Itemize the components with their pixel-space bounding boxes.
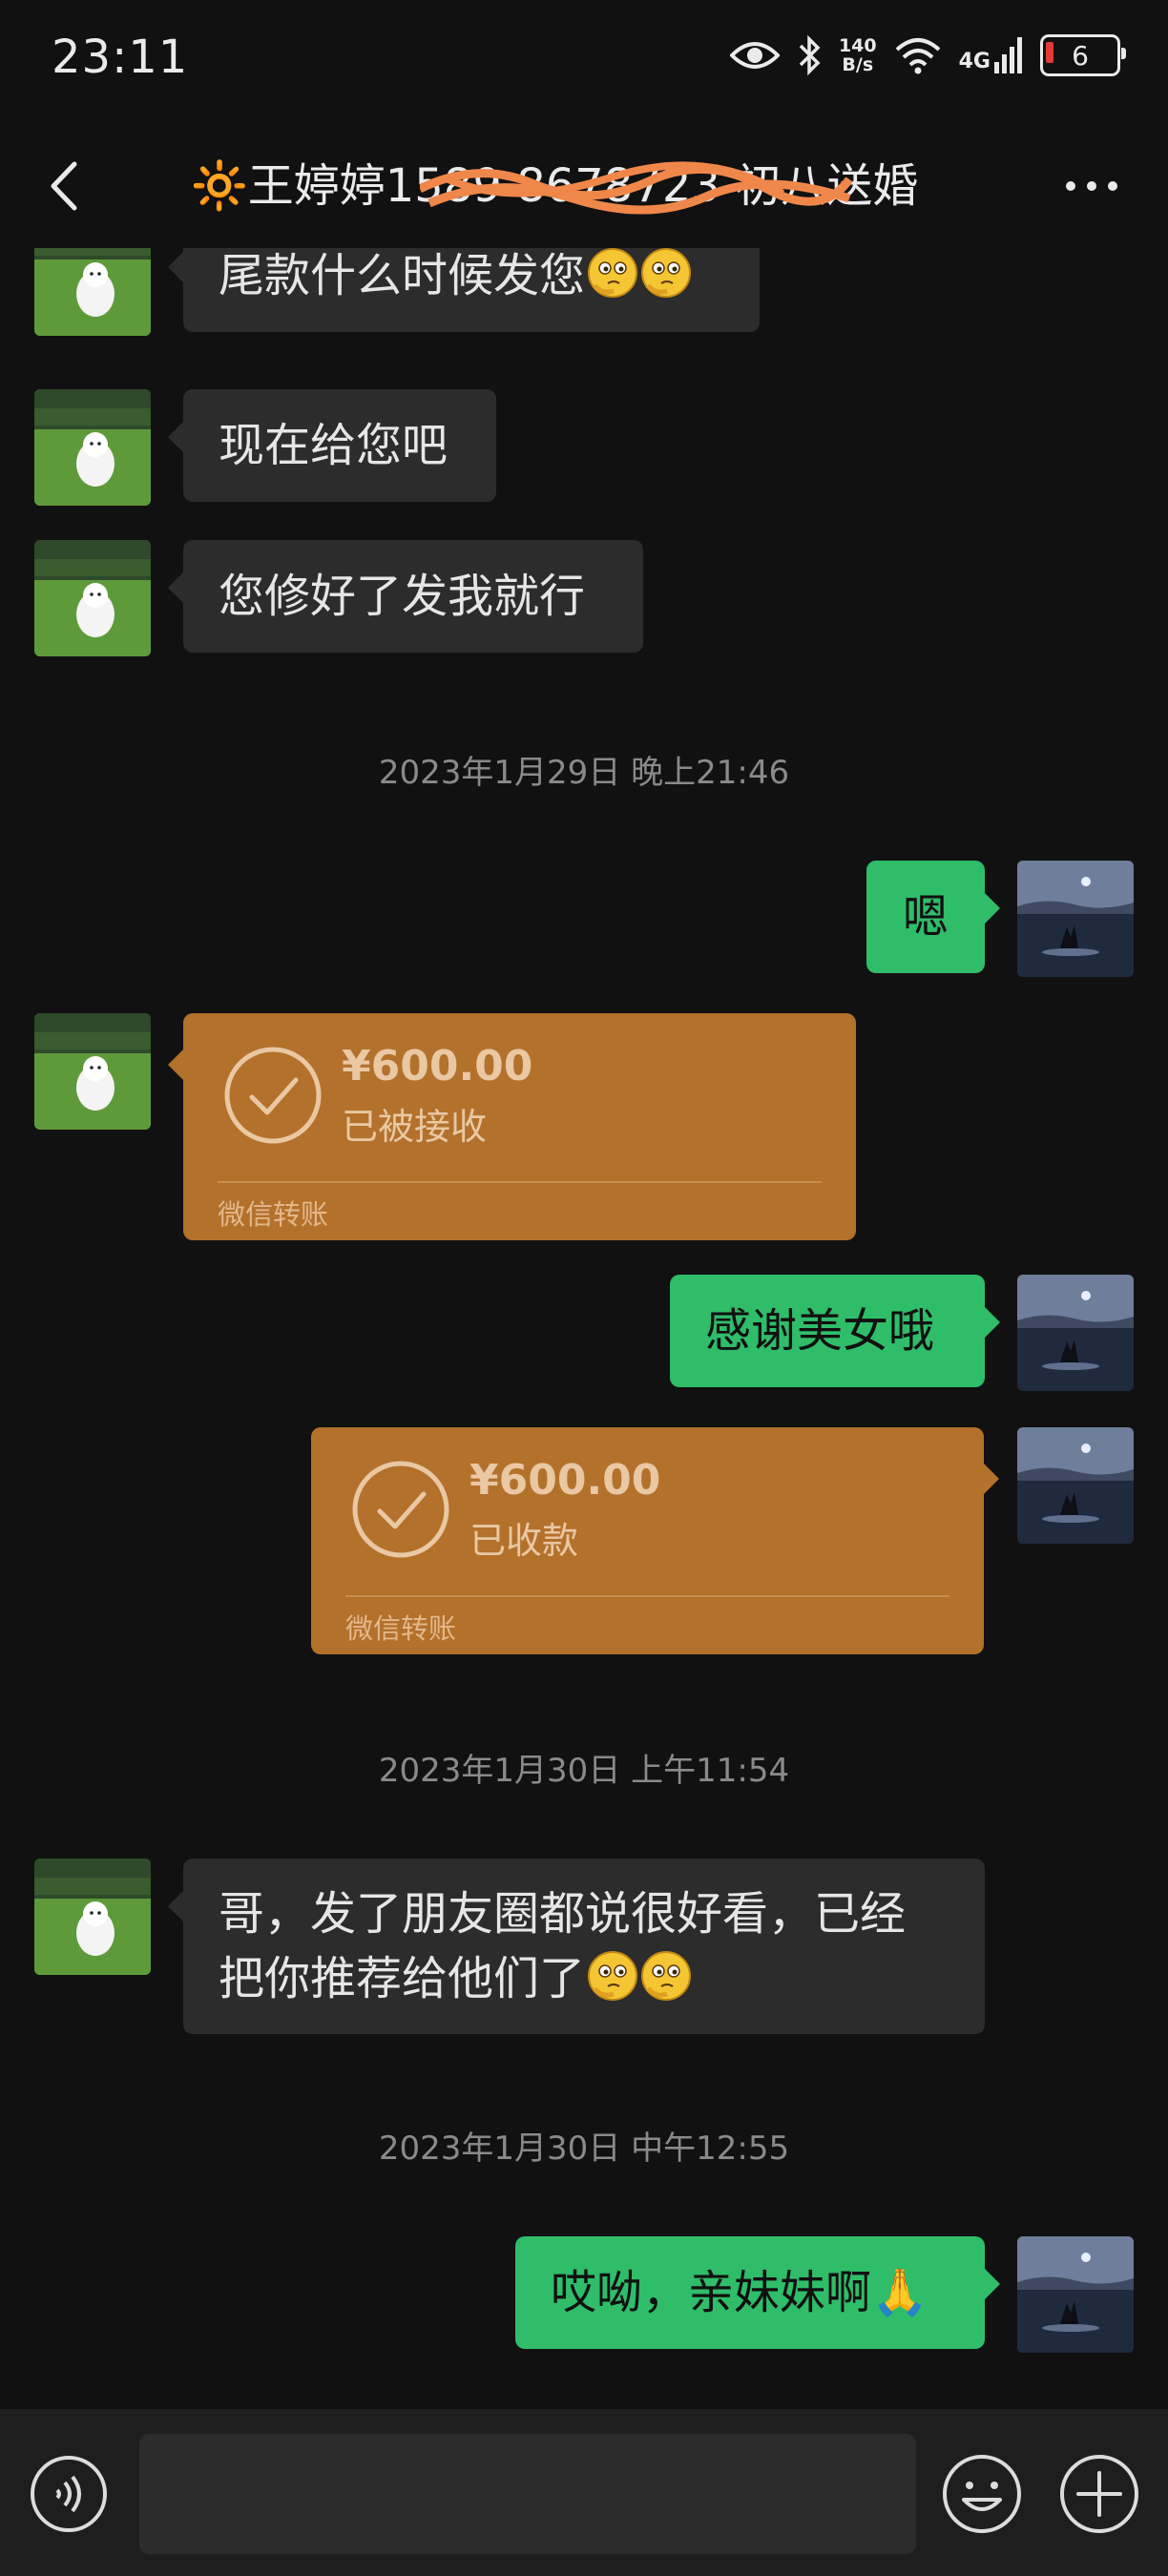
- transfer-card-incoming[interactable]: ¥600.00 已被接收 微信转账: [168, 1013, 856, 1240]
- contact-avatar[interactable]: [34, 540, 151, 656]
- message-bubble-incoming[interactable]: 您修好了发我就行: [168, 540, 643, 653]
- transfer-amount: ¥600.00: [469, 1456, 661, 1505]
- contact-avatar[interactable]: [34, 1859, 151, 1975]
- message-bubble-outgoing[interactable]: 哎呦，亲妹妹啊🙏: [515, 2236, 1000, 2349]
- redaction-scribble: [420, 161, 853, 215]
- plus-icon[interactable]: [1057, 2452, 1141, 2536]
- timestamp: 2023年1月29日 晚上21:46: [378, 754, 790, 792]
- my-avatar[interactable]: [1017, 2236, 1134, 2353]
- timestamp: 2023年1月30日 中午12:55: [378, 2129, 790, 2168]
- contact-avatar[interactable]: [34, 1013, 151, 1130]
- smiley-icon[interactable]: [940, 2452, 1024, 2536]
- message-bubble-outgoing[interactable]: 感谢美女哦: [670, 1275, 1000, 1387]
- my-avatar[interactable]: [1017, 1427, 1134, 1544]
- thinking-face-emoji: [587, 248, 638, 299]
- check-circle-icon: [223, 1046, 323, 1145]
- my-avatar[interactable]: [1017, 861, 1134, 977]
- input-bar: [0, 2409, 1168, 2576]
- check-circle-icon: [351, 1460, 450, 1559]
- message-bubble-incoming[interactable]: 现在给您吧: [168, 389, 496, 502]
- message-bubble-incoming[interactable]: 哥，发了朋友圈都说很好看，已经 把你推荐给他们了: [168, 1859, 985, 2034]
- status-bar: 23:11 140 B/s 4G 6: [0, 0, 1168, 124]
- divider: [345, 1595, 949, 1597]
- timestamp: 2023年1月30日 上午11:54: [378, 1752, 790, 1790]
- eye-icon: [729, 42, 780, 69]
- bluetooth-icon: [799, 34, 821, 76]
- transfer-source: 微信转账: [218, 1198, 329, 1231]
- message-list[interactable]: 尾款什么时候发您 现在给您吧 您修好了发我就行 2023年1月29日 晚上21:…: [0, 248, 1168, 2409]
- message-bubble-incoming[interactable]: 尾款什么时候发您: [168, 248, 760, 332]
- divider: [218, 1181, 822, 1183]
- thinking-face-emoji: [640, 1950, 692, 2002]
- message-input[interactable]: [139, 2434, 916, 2554]
- signal-icon: 4G: [959, 37, 1023, 73]
- message-bubble-outgoing[interactable]: 嗯: [866, 861, 1000, 973]
- contact-avatar[interactable]: [34, 389, 151, 506]
- battery-icon: 6: [1040, 34, 1126, 76]
- wifi-icon: [895, 38, 940, 74]
- transfer-status: 已被接收: [342, 1106, 488, 1148]
- network-speed: 140 B/s: [838, 35, 877, 75]
- transfer-amount: ¥600.00: [342, 1042, 533, 1091]
- contact-avatar[interactable]: [34, 248, 151, 336]
- chevron-left-icon[interactable]: [38, 153, 95, 219]
- sun-icon: 🔆: [191, 159, 248, 213]
- status-icons: 140 B/s 4G 6: [729, 34, 1126, 76]
- status-time: 23:11: [52, 31, 189, 84]
- thinking-face-emoji: [640, 248, 692, 299]
- my-avatar[interactable]: [1017, 1275, 1134, 1391]
- transfer-status: 已收款: [469, 1520, 579, 1562]
- transfer-source: 微信转账: [345, 1612, 457, 1645]
- transfer-card-outgoing[interactable]: ¥600.00 已收款 微信转账: [311, 1427, 999, 1654]
- more-dots-icon[interactable]: [1053, 153, 1130, 219]
- thinking-face-emoji: [587, 1950, 638, 2002]
- chat-header: 🔆王婷婷1589 8678723 初八送婚: [0, 124, 1168, 248]
- voice-icon[interactable]: [29, 2454, 109, 2534]
